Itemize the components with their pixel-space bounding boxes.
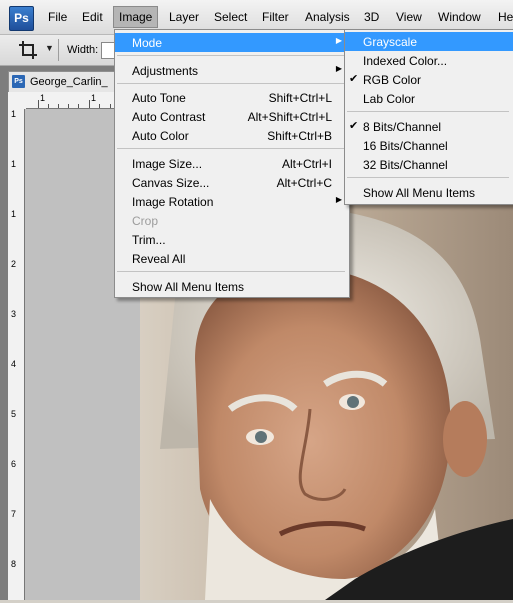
ruler-label: 4: [11, 359, 17, 369]
menu-item-shortcut: Alt+Ctrl+C: [276, 176, 332, 190]
tool-preset-dropdown-icon[interactable]: ▼: [45, 43, 54, 53]
ruler-label: 1: [11, 109, 17, 119]
menu-item-shortcut: Alt+Shift+Ctrl+L: [247, 110, 332, 124]
submenu-item-label: Grayscale: [363, 35, 418, 49]
document-title: George_Carlin_: [30, 76, 108, 88]
ruler-label: 6: [11, 459, 17, 469]
submenu-item-label: 32 Bits/Channel: [363, 158, 448, 172]
photoshop-logo-icon: Ps: [9, 6, 34, 31]
menu-item-crop: Crop: [115, 211, 349, 230]
menu-item-shortcut: Shift+Ctrl+L: [268, 91, 332, 105]
checkmark-icon: ✔: [349, 120, 359, 132]
menu-separator: [117, 55, 345, 56]
menu-separator: [117, 148, 345, 149]
menu-help[interactable]: He: [498, 10, 513, 24]
document-icon: Ps: [12, 75, 25, 88]
ruler-label: 5: [11, 409, 17, 419]
menu-select[interactable]: Select: [214, 10, 247, 24]
menu-item-label: Auto Contrast: [132, 110, 206, 124]
ruler-origin[interactable]: [8, 92, 26, 109]
submenu-item-32-bits[interactable]: 32 Bits/Channel: [345, 155, 513, 174]
menu-item-auto-tone[interactable]: Auto Tone Shift+Ctrl+L: [115, 88, 349, 107]
menu-item-label: Reveal All: [132, 252, 186, 266]
submenu-item-label: Lab Color: [363, 92, 416, 106]
image-menu-dropdown: Mode ▶ Adjustments ▶ Auto Tone Shift+Ctr…: [114, 29, 350, 298]
ruler-label: 1: [11, 209, 17, 219]
menu-window[interactable]: Window: [438, 10, 481, 24]
menu-item-label: Crop: [132, 214, 159, 228]
menu-item-shortcut: Shift+Ctrl+B: [267, 129, 332, 143]
ruler-label: 7: [11, 509, 17, 519]
menu-item-trim[interactable]: Trim...: [115, 230, 349, 249]
menu-item-label: Show All Menu Items: [132, 280, 245, 294]
submenu-arrow-icon: ▶: [335, 195, 342, 204]
menu-item-mode[interactable]: Mode ▶: [115, 33, 349, 52]
menu-item-label: Auto Color: [132, 129, 189, 143]
menu-item-label: Adjustments: [132, 64, 199, 78]
ruler-label: 1: [40, 93, 46, 103]
submenu-item-label: Indexed Color...: [363, 54, 448, 68]
menu-edit[interactable]: Edit: [82, 10, 103, 24]
menu-separator: [117, 83, 345, 84]
menu-item-show-all[interactable]: Show All Menu Items: [115, 277, 349, 296]
menu-item-auto-contrast[interactable]: Auto Contrast Alt+Shift+Ctrl+L: [115, 107, 349, 126]
menu-separator: [117, 271, 345, 272]
menu-item-auto-color[interactable]: Auto Color Shift+Ctrl+B: [115, 126, 349, 145]
menu-item-adjustments[interactable]: Adjustments ▶: [115, 61, 349, 80]
submenu-item-rgb-color[interactable]: ✔ RGB Color: [345, 70, 513, 89]
ruler-label: 3: [11, 309, 17, 319]
menu-3d[interactable]: 3D: [364, 10, 379, 24]
menu-item-shortcut: Alt+Ctrl+I: [281, 157, 332, 171]
crop-tool-icon[interactable]: [18, 40, 38, 60]
checkmark-icon: ✔: [349, 73, 359, 85]
submenu-item-label: 16 Bits/Channel: [363, 139, 448, 153]
menu-file[interactable]: File: [48, 10, 67, 24]
menu-item-label: Mode: [132, 36, 163, 50]
submenu-item-8-bits[interactable]: ✔ 8 Bits/Channel: [345, 117, 513, 136]
menu-item-image-rotation[interactable]: Image Rotation ▶: [115, 192, 349, 211]
width-label: Width:: [67, 44, 99, 56]
submenu-item-label: Show All Menu Items: [363, 186, 476, 200]
submenu-item-indexed-color[interactable]: Indexed Color...: [345, 51, 513, 70]
submenu-item-show-all[interactable]: Show All Menu Items: [345, 183, 513, 202]
submenu-item-label: RGB Color: [363, 73, 422, 87]
menu-filter[interactable]: Filter: [262, 10, 289, 24]
menu-item-image-size[interactable]: Image Size... Alt+Ctrl+I: [115, 154, 349, 173]
menu-item-label: Trim...: [132, 233, 166, 247]
menu-separator: [347, 111, 509, 112]
submenu-item-label: 8 Bits/Channel: [363, 120, 442, 134]
menu-view[interactable]: View: [396, 10, 422, 24]
ruler-label: 2: [11, 259, 17, 269]
menu-separator: [347, 177, 509, 178]
mode-submenu: Grayscale Indexed Color... ✔ RGB Color L…: [344, 29, 513, 205]
vertical-ruler[interactable]: 1 1 1 2 3 4 5 6 7 8: [8, 92, 25, 600]
menu-item-reveal-all[interactable]: Reveal All: [115, 249, 349, 268]
ruler-label: 1: [11, 159, 17, 169]
menu-item-label: Image Size...: [132, 157, 203, 171]
ruler-label: 8: [11, 559, 17, 569]
menu-analysis[interactable]: Analysis: [305, 10, 350, 24]
document-tab[interactable]: Ps George_Carlin_: [8, 71, 118, 92]
submenu-item-grayscale[interactable]: Grayscale: [345, 32, 513, 51]
menu-item-canvas-size[interactable]: Canvas Size... Alt+Ctrl+C: [115, 173, 349, 192]
submenu-arrow-icon: ▶: [335, 64, 342, 73]
options-divider: [58, 39, 59, 61]
submenu-item-16-bits[interactable]: 16 Bits/Channel: [345, 136, 513, 155]
ruler-label: 1: [91, 93, 97, 103]
submenu-arrow-icon: ▶: [335, 36, 342, 45]
menu-item-label: Image Rotation: [132, 195, 214, 209]
menu-item-label: Auto Tone: [132, 91, 186, 105]
menu-image[interactable]: Image: [113, 6, 159, 28]
menu-layer[interactable]: Layer: [169, 10, 199, 24]
submenu-item-lab-color[interactable]: Lab Color: [345, 89, 513, 108]
menu-item-label: Canvas Size...: [132, 176, 210, 190]
